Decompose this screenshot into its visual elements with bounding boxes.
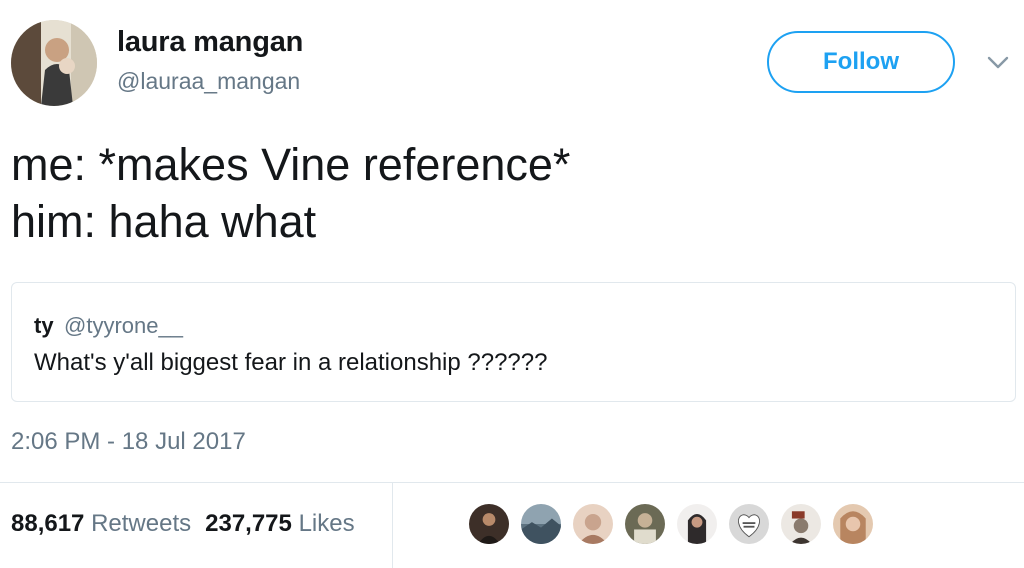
tweet-text: me: *makes Vine reference* him: haha wha… — [11, 136, 570, 250]
tweet-stats: 88,617 Retweets 237,775 Likes — [11, 510, 355, 538]
liker-avatar[interactable] — [571, 502, 615, 546]
quoted-author-name: ty — [34, 313, 54, 338]
author-handle[interactable]: @lauraa_mangan — [117, 68, 300, 95]
likes-count: 237,775 — [205, 510, 292, 537]
liker-avatar[interactable] — [675, 502, 719, 546]
retweets-label: Retweets — [91, 510, 192, 537]
follow-button[interactable]: Follow — [767, 31, 955, 93]
author-avatar[interactable] — [11, 20, 97, 106]
likes-stat[interactable]: 237,775 Likes — [205, 510, 354, 537]
retweets-count: 88,617 — [11, 510, 85, 537]
retweets-stat[interactable]: 88,617 Retweets — [11, 510, 191, 537]
liker-avatar[interactable] — [727, 502, 771, 546]
tweet-timestamp[interactable]: 2:06 PM - 18 Jul 2017 — [11, 428, 246, 456]
liker-avatar[interactable] — [623, 502, 667, 546]
author-name[interactable]: laura mangan — [117, 26, 303, 59]
liker-avatar[interactable] — [467, 502, 511, 546]
tweet-line: me: *makes Vine reference* — [11, 139, 571, 190]
chevron-down-icon[interactable] — [984, 52, 1012, 72]
divider — [392, 483, 393, 568]
quoted-tweet[interactable]: ty @tyyrone__ What's y'all biggest fear … — [11, 282, 1016, 402]
liker-avatar[interactable] — [519, 502, 563, 546]
quoted-tweet-text: What's y'all biggest fear in a relations… — [34, 349, 548, 376]
tweet-line: him: haha what — [11, 196, 317, 247]
divider — [0, 482, 1024, 483]
liker-avatar[interactable] — [831, 502, 875, 546]
quoted-author-handle: @tyyrone__ — [64, 313, 183, 338]
likes-label: Likes — [298, 510, 355, 537]
liker-avatar[interactable] — [779, 502, 823, 546]
